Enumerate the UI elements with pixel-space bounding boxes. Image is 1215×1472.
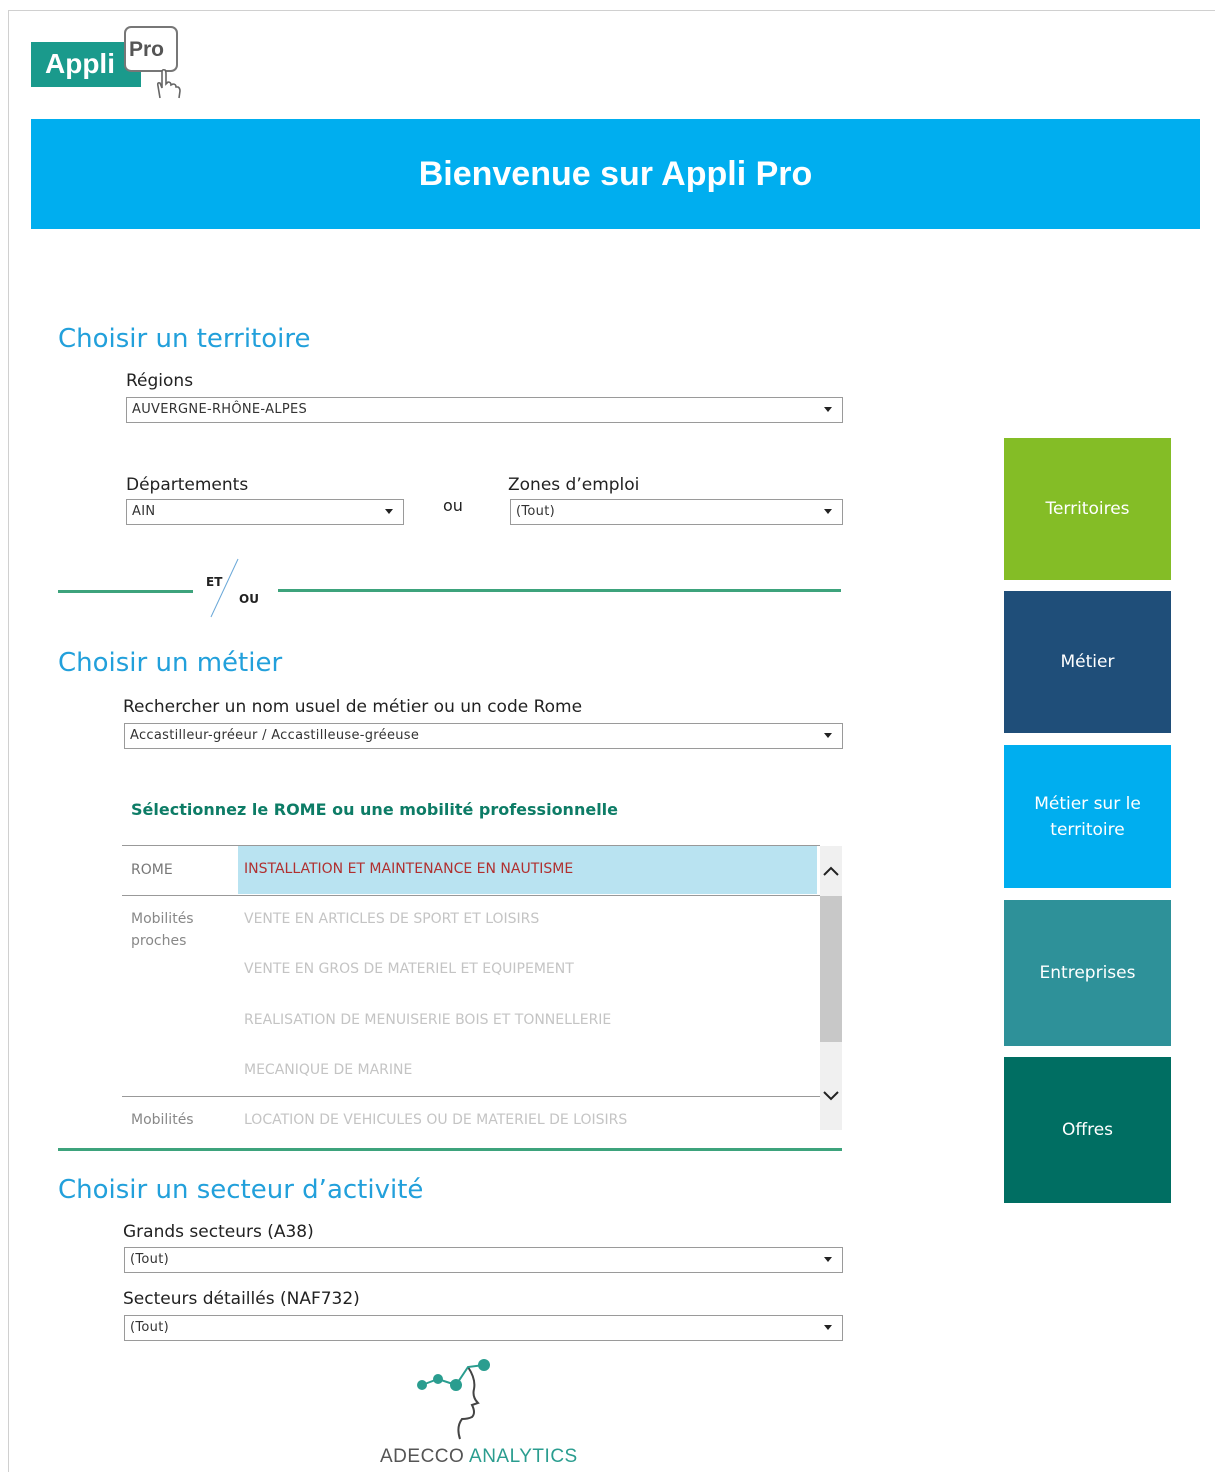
rome-subheading: Sélectionnez le ROME ou une mobilité pro…: [131, 800, 619, 819]
mobilites-label: Mobilités: [131, 1112, 194, 1128]
adecco-brand-1: ADECCO: [380, 1446, 465, 1467]
separator-et: ET: [206, 575, 223, 589]
adecco-head-icon: [417, 1359, 490, 1440]
nav-offres[interactable]: Offres: [1004, 1057, 1171, 1203]
nav-offres-label: Offres: [1061, 1120, 1114, 1140]
section-divider: [58, 1148, 842, 1151]
chevron-down-icon: [824, 407, 832, 412]
list-row-divider: [122, 895, 820, 896]
metier-section-title: Choisir un métier: [58, 648, 283, 678]
nav-territoires-label: Territoires: [1045, 499, 1130, 519]
list-item[interactable]: VENTE EN GROS DE MATERIEL ET EQUIPEMENT: [244, 961, 574, 977]
zones-emploi-label: Zones d’emploi: [508, 475, 640, 495]
rome-selected-text: INSTALLATION ET MAINTENANCE EN NAUTISME: [244, 861, 574, 877]
logo-badge-text: Pro: [129, 38, 165, 61]
nav-territoires[interactable]: Territoires: [1004, 438, 1171, 580]
nav-entreprises-label: Entreprises: [1039, 963, 1136, 983]
grands-secteurs-value: (Tout): [130, 1252, 169, 1267]
ou-label: ou: [443, 496, 463, 515]
banner-title: Bienvenue sur Appli Pro: [418, 154, 813, 193]
nav-metier-territoire[interactable]: Métier sur le territoire: [1004, 745, 1171, 888]
chevron-down-icon: [824, 733, 832, 738]
adecco-wordmark: ADECCO ANALYTICS: [380, 1446, 578, 1468]
rome-selected-item[interactable]: INSTALLATION ET MAINTENANCE EN NAUTISME: [238, 846, 817, 894]
nav-metier-label: Métier: [1060, 652, 1115, 672]
metier-search-label: Rechercher un nom usuel de métier ou un …: [123, 697, 583, 717]
chevron-down-icon: [824, 1325, 832, 1330]
frame-top-border: [8, 10, 1215, 11]
scrollbar-thumb[interactable]: [820, 896, 842, 1042]
separator-line-right: [278, 589, 841, 592]
welcome-banner: Bienvenue sur Appli Pro: [31, 119, 1200, 229]
list-item[interactable]: LOCATION DE VEHICULES OU DE MATERIEL DE …: [244, 1112, 627, 1128]
logo-word: Appli: [45, 48, 115, 79]
zones-emploi-dropdown[interactable]: (Tout): [510, 499, 843, 525]
regions-label: Régions: [126, 371, 194, 391]
grands-secteurs-label: Grands secteurs (A38): [123, 1222, 314, 1242]
secteurs-detailles-value: (Tout): [130, 1320, 169, 1335]
frame-left-border: [8, 10, 9, 1472]
rome-row-label: ROME: [131, 862, 173, 878]
scroll-up-icon[interactable]: [820, 864, 842, 884]
scroll-down-icon[interactable]: [820, 1089, 842, 1109]
grands-secteurs-dropdown[interactable]: (Tout): [124, 1247, 843, 1273]
separator-line-left: [58, 590, 193, 593]
list-scrollbar[interactable]: [820, 846, 842, 1130]
metier-search-value: Accastilleur-gréeur / Accastilleuse-grée…: [130, 728, 420, 743]
secteur-section-title: Choisir un secteur d’activité: [58, 1175, 424, 1205]
list-item[interactable]: VENTE EN ARTICLES DE SPORT ET LOISIRS: [244, 911, 539, 927]
chevron-down-icon: [824, 509, 832, 514]
adecco-analytics-logo: ADECCO ANALYTICS: [380, 1353, 580, 1472]
regions-value: AUVERGNE-RHÔNE-ALPES: [132, 402, 308, 417]
secteurs-detailles-dropdown[interactable]: (Tout): [124, 1315, 843, 1341]
mobilites-proches-label: Mobilités proches: [131, 911, 194, 949]
secteurs-detailles-label: Secteurs détaillés (NAF732): [123, 1289, 360, 1309]
metier-search-dropdown[interactable]: Accastilleur-gréeur / Accastilleuse-grée…: [124, 723, 843, 749]
list-row-divider: [122, 1096, 820, 1097]
chevron-down-icon: [824, 1257, 832, 1262]
territoire-section-title: Choisir un territoire: [58, 324, 311, 354]
zones-emploi-value: (Tout): [516, 504, 555, 519]
hand-pointer-icon: [156, 68, 181, 99]
departements-dropdown[interactable]: AIN: [126, 499, 404, 525]
departements-value: AIN: [132, 504, 156, 519]
nav-metier-territoire-label: Métier sur le territoire: [1034, 793, 1141, 840]
appli-pro-logo: Appli Pro: [31, 24, 191, 102]
separator-ou: OU: [239, 592, 259, 606]
nav-metier[interactable]: Métier: [1004, 591, 1171, 733]
list-item[interactable]: REALISATION DE MENUISERIE BOIS ET TONNEL…: [244, 1012, 611, 1028]
chevron-down-icon: [385, 509, 393, 514]
list-item[interactable]: MECANIQUE DE MARINE: [244, 1062, 412, 1078]
nav-entreprises[interactable]: Entreprises: [1004, 900, 1171, 1046]
regions-dropdown[interactable]: AUVERGNE-RHÔNE-ALPES: [126, 397, 843, 423]
adecco-brand-2: ANALYTICS: [469, 1446, 578, 1467]
departements-label: Départements: [126, 475, 249, 495]
